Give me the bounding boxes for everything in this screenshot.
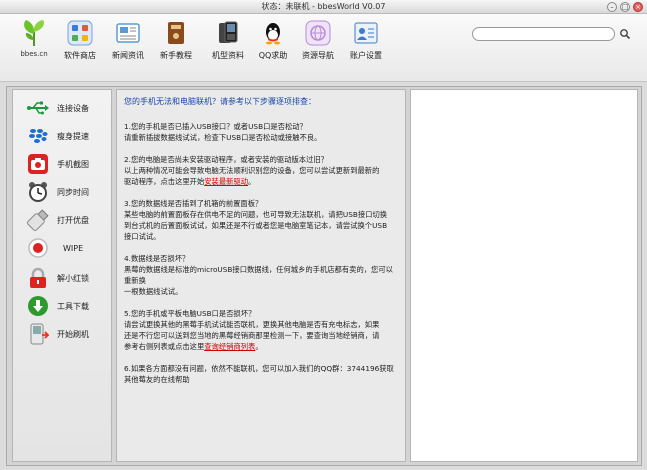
sidebar-item-wipe[interactable]: WIPE [27,235,111,261]
help-text: 。 [248,177,256,186]
help-text: 其他莓友的在线帮助 [124,375,190,384]
toolbar-label: 资源导航 [302,51,334,60]
help-text: 接口试试。 [124,232,161,241]
sidebar-item-tool-download[interactable]: 工具下载 [27,293,111,319]
window-controls: – □ × [607,2,643,12]
help-step-4: 4.数据线是否损坏？ 黑莓的数据线是标准的microUSB接口数据线，任何城乡的… [124,253,399,297]
sidebar-item-label: WIPE [63,243,84,253]
toolbar-software-store[interactable]: 软件商店 [56,20,104,61]
sidebar-item-label: 手机截图 [57,159,89,169]
search-input[interactable] [472,27,615,41]
help-step-1: 1.您的手机是否已插入USB接口？或者USB口是否松动？ 请重新插拔数据线试试，… [124,121,399,143]
toolbar-resource-nav[interactable]: 资源导航 [294,20,342,61]
sidebar-item-open-usb-drive[interactable]: 打开优盘 [27,207,111,233]
help-text: 黑莓的数据线是标准的microUSB接口数据线，任何城乡的手机店都有卖的，您可以… [124,265,393,285]
help-step-6: 6.如果各方面都没有问题，依然不能联机，您可以加入我们的QQ群：37441​96… [124,363,399,385]
dealer-list-link[interactable]: 查询经销商列表 [204,342,255,351]
help-content-panel: 您的手机无法和电脑联机？请参考以下步骤逐项排查： 1.您的手机是否已插入USB接… [116,89,406,462]
help-text: 以上两种情况可能会导致电脑无法顺利识别您的设备，您可以尝试更新到最新的 [124,166,380,175]
camera-icon [27,153,49,175]
sidebar-item-slim-boost[interactable]: 瘦身提速 [27,123,111,149]
sidebar-item-connect[interactable]: 连接设备 [27,95,111,121]
blackberry-icon [27,125,49,147]
sidebar-item-label: 打开优盘 [57,215,89,225]
help-text: 6.如果各方面都没有问题，依然不能联机，您可以加入我们的QQ群：37441​96… [124,364,394,373]
help-text: 3.您的数据线是否插到了机箱的前置面板？ [124,199,263,208]
help-text: 还是不行您可以送到您当地的黑莓经销商那里检测一下，要查询当地经销商，请 [124,331,380,340]
download-icon [27,295,49,317]
close-button[interactable]: × [633,2,643,12]
main-toolbar: bbes.cn 软件商店 新闻资讯 新手教程 机型资料 QQ求助 资源导航 账户… [0,14,647,82]
toolbar-label: 机型资料 [212,51,244,60]
sidebar-item-label: 开始刷机 [57,329,89,339]
sidebar-item-sync-time[interactable]: 同步时间 [27,179,111,205]
help-text: 2.您的电脑是否尚未安装驱动程序，或者安装的驱动版本过旧？ [124,155,328,164]
qq-icon [260,20,286,46]
help-text: 。 [255,342,263,351]
phone-icon [215,20,241,46]
help-text: 一根数据线试试。 [124,287,183,296]
toolbar-label: QQ求助 [258,51,288,60]
wipe-icon [27,237,49,259]
toolbar-news[interactable]: 新闻资讯 [104,20,152,61]
toolbar-tutorial[interactable]: 新手教程 [152,20,200,61]
search-icon[interactable] [619,28,631,40]
toolbar-device-info[interactable]: 机型资料 [204,20,252,61]
help-text: 1.您的手机是否已插入USB接口？或者USB口是否松动？ [124,122,307,131]
toolbar-account-settings[interactable]: 账户设置 [342,20,390,61]
flash-icon [27,323,49,345]
window-title: 状态：未联机 - bbesWorld V0.07 [261,2,386,11]
account-icon [353,20,379,46]
help-text: 5.您的手机或平板电脑USB口是否损坏？ [124,309,256,318]
help-text-line: 驱动程序，点击这里开始安装最新驱动。 [124,176,399,187]
sidebar-item-start-flash[interactable]: 开始刷机 [27,321,111,347]
usb-icon [27,97,49,119]
sidebar-item-label: 工具下载 [57,301,89,311]
help-step-3: 3.您的数据线是否插到了机箱的前置面板？ 某些电脑的前置面板存在供电不足的问题，… [124,198,399,242]
help-heading: 您的手机无法和电脑联机？请参考以下步骤逐项排查： [124,97,316,106]
news-icon [115,20,141,46]
maximize-button[interactable]: □ [620,2,630,12]
sidebar-item-label: 瘦身提速 [57,131,89,141]
sidebar-item-label: 连接设备 [57,103,89,113]
leaf-logo-icon [24,20,44,46]
book-icon [163,20,189,46]
logo-label: bbes.cn [20,50,48,58]
help-text-line: 参考右侧列表或点击这里查询经销商列表。 [124,341,399,352]
toolbar-label: 新闻资讯 [112,51,144,60]
help-step-5: 5.您的手机或平板电脑USB口是否损坏？ 请尝试更换其他的黑莓手机试试能否联机，… [124,308,399,352]
dealer-list-panel [410,89,638,462]
help-text: 参考右侧列表或点击这里 [124,342,205,351]
sidebar-item-label: 同步时间 [57,187,89,197]
globe-icon [305,20,331,46]
toolbar-qq-help[interactable]: QQ求助 [249,20,297,61]
lock-icon [27,267,49,289]
help-text: 请重新插拔数据线试试，检查下USB口是否松动或接触不良。 [124,133,322,142]
sidebar-item-label: 解小红锁 [57,273,89,283]
help-text: 到台式机的后置面板试试，如果还是不行或者您是电脑室笔记本，请尝试换个USB [124,221,388,230]
help-step-2: 2.您的电脑是否尚未安装驱动程序，或者安装的驱动版本过旧？ 以上两种情况可能会导… [124,154,399,187]
sidebar: 连接设备 瘦身提速 手机截图 同步时间 打开优盘 WIPE 解小红锁 工具下载 … [12,89,112,462]
app-logo[interactable]: bbes.cn [14,18,54,58]
install-driver-link[interactable]: 安装最新驱动 [204,177,248,186]
minimize-button[interactable]: – [607,2,617,12]
help-text: 驱动程序，点击这里开始 [124,177,205,186]
toolbar-label: 软件商店 [64,51,96,60]
usb-drive-icon [27,209,49,231]
help-text: 请尝试更换其他的黑莓手机试试能否联机，更换其他电脑是否有充电标志，如果 [124,320,380,329]
help-text: 某些电脑的前置面板存在供电不足的问题，也可导致无法联机，请把USB接口切换 [124,210,388,219]
clock-icon [27,181,49,203]
sidebar-item-unlock[interactable]: 解小红锁 [27,265,111,291]
toolbar-label: 账户设置 [350,51,382,60]
toolbar-label: 新手教程 [160,51,192,60]
apps-icon [67,20,93,46]
sidebar-item-screenshot[interactable]: 手机截图 [27,151,111,177]
title-bar: 状态：未联机 - bbesWorld V0.07 – □ × [0,0,647,14]
help-text: 4.数据线是否损坏？ [124,254,190,263]
